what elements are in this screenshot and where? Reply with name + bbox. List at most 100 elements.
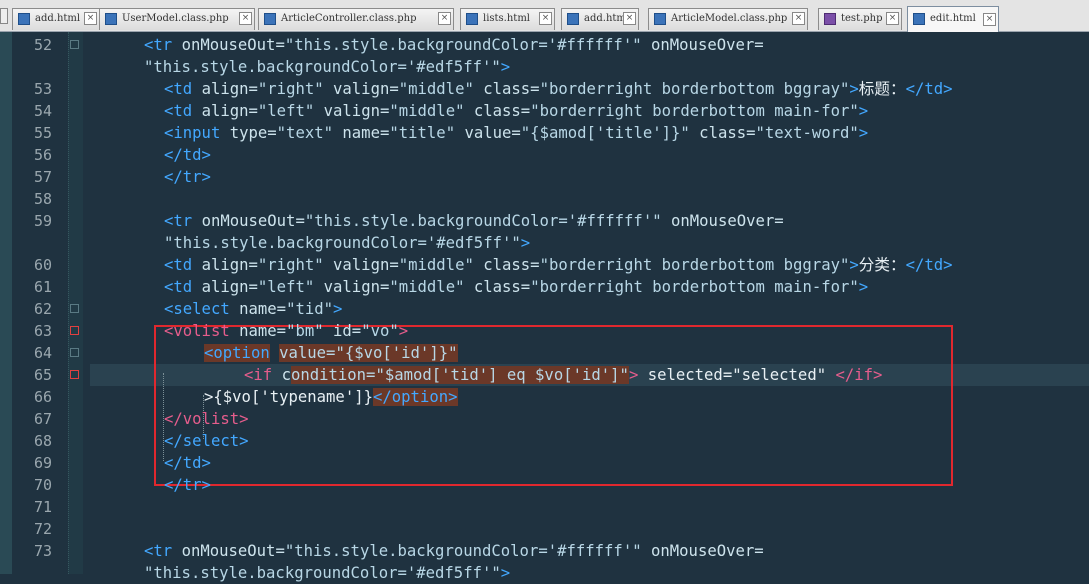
tab-label: lists.html: [483, 13, 530, 24]
close-tab-icon[interactable]: ×: [983, 13, 996, 26]
code-token: <option: [204, 344, 270, 362]
line-number-gutter: 52 53 54 55 56 57 58 59 60 61 62 63 64 65 66 67 68 69 70 71…: [0, 32, 90, 574]
code-token: </td>: [164, 454, 211, 472]
tab-file[interactable]: test.php ×: [818, 8, 902, 30]
code-text: <td align="right" valign="middle" class=…: [164, 254, 953, 276]
code-token: <select: [164, 300, 240, 318]
code-text: "this.style.backgroundColor='#edf5ff'">: [164, 232, 530, 254]
tab-label: edit.html: [930, 13, 976, 24]
code-token: </option>: [373, 388, 458, 406]
close-tab-icon[interactable]: ×: [539, 12, 552, 25]
line-number: 69: [33, 454, 52, 472]
code-token: <input: [164, 124, 230, 142]
code-token: value="{$vo['id']}": [279, 344, 458, 362]
code-token: name=: [239, 322, 287, 340]
code-token: "this.style.backgroundColor='#ffffff'": [304, 212, 662, 230]
tab-file[interactable]: ArticleModel.class.php ×: [648, 8, 808, 30]
code-token: "borderright borderbottom main-for": [530, 278, 859, 296]
code-token: "this.style.backgroundColor='#edf5ff'": [144, 58, 501, 76]
code-token: <tr: [144, 542, 182, 560]
code-token: "right": [257, 80, 324, 98]
line-number: [14, 562, 52, 584]
fold-marker-icon[interactable]: [70, 304, 79, 313]
code-token: class=: [473, 256, 540, 274]
blue-file-icon: [466, 13, 478, 25]
line-number: 58: [33, 190, 52, 208]
code-token: 分类：: [858, 256, 906, 274]
code-token: align=: [201, 80, 258, 98]
blue-file-icon: [264, 13, 276, 25]
line-number: 71: [33, 498, 52, 516]
close-tab-icon[interactable]: ×: [239, 12, 252, 25]
tab-file[interactable]: UserModel.class.php ×: [99, 8, 255, 30]
code-token: type=: [229, 124, 277, 142]
fold-marker-icon[interactable]: [70, 348, 79, 357]
close-tab-icon[interactable]: ×: [792, 12, 805, 25]
code-token: "this.style.backgroundColor='#edf5ff'": [164, 234, 521, 252]
line-number: 61: [33, 278, 52, 296]
code-text: </volist>: [164, 408, 249, 430]
code-token: name=: [333, 124, 390, 142]
code-token: "text-word": [755, 124, 859, 142]
close-tab-icon[interactable]: ×: [623, 12, 636, 25]
tab-scroll-left-icon[interactable]: [0, 8, 8, 24]
code-text: <tr onMouseOut="this.style.backgroundCol…: [144, 540, 764, 562]
code-token: class=: [464, 278, 531, 296]
tab-file[interactable]: add.html ×: [561, 8, 639, 30]
line-number: 63: [33, 322, 52, 340]
code-token: >: [858, 102, 869, 120]
tab-file[interactable]: add.html ×: [12, 8, 100, 30]
close-tab-icon[interactable]: ×: [84, 12, 97, 25]
code-text: <td align="left" valign="middle" class="…: [164, 100, 868, 122]
code-text: "this.style.backgroundColor='#edf5ff'">: [144, 562, 510, 584]
fold-marker-icon[interactable]: [70, 370, 79, 379]
close-tab-icon[interactable]: ×: [886, 12, 899, 25]
code-token: "vo": [361, 322, 399, 340]
code-token: id=: [323, 322, 362, 340]
tab-label: UserModel.class.php: [122, 13, 229, 24]
code-token: name=: [239, 300, 287, 318]
code-token: "right": [257, 256, 324, 274]
code-token: "text": [276, 124, 334, 142]
code-token: 标题：: [858, 80, 906, 98]
line-number: 67: [33, 410, 52, 428]
code-token: </if>: [835, 366, 883, 384]
editor-tab-bar: add.html × UserModel.class.php × ArticleCont…: [0, 0, 1089, 32]
code-token: "left": [257, 278, 315, 296]
tab-file[interactable]: ArticleController.class.php ×: [258, 8, 454, 30]
code-token: >: [849, 80, 859, 98]
code-text: </td>: [164, 452, 211, 474]
fold-marker-icon[interactable]: [70, 40, 79, 49]
code-token: "borderright borderbottom main-for": [530, 102, 859, 120]
line-number: 53: [33, 80, 52, 98]
code-text: <tr onMouseOut="this.style.backgroundCol…: [144, 34, 764, 56]
line-number: 65: [33, 366, 52, 384]
code-token: <if: [244, 366, 282, 384]
tab-file[interactable]: edit.html ×: [907, 6, 999, 32]
code-token: <tr: [164, 212, 202, 230]
code-token: "this.style.backgroundColor='#ffffff'": [284, 36, 642, 54]
close-tab-icon[interactable]: ×: [438, 12, 451, 25]
tab-label: ArticleModel.class.php: [671, 13, 788, 24]
line-number: 56: [33, 146, 52, 164]
code-token: class=: [473, 80, 540, 98]
code-token: "middle": [398, 80, 474, 98]
code-token: >{$vo['typename']}: [204, 388, 373, 406]
line-number: 60: [33, 256, 52, 274]
line-number: 72: [33, 520, 52, 538]
blue-file-icon: [105, 13, 117, 25]
code-token: ondition="$amod['tid'] eq $vo['id']": [290, 366, 629, 384]
code-token: </tr>: [164, 476, 211, 494]
code-token: >: [500, 564, 511, 582]
tab-file[interactable]: lists.html ×: [460, 8, 555, 30]
code-token: >: [858, 124, 869, 142]
code-editor[interactable]: 52 53 54 55 56 57 58 59 60 61 62 63 64 65 66 67 68 69 70 71…: [0, 32, 1089, 582]
fold-marker-icon[interactable]: [70, 326, 79, 335]
code-token: "middle": [398, 256, 474, 274]
code-token: c: [281, 366, 291, 384]
code-text: </td>: [164, 144, 211, 166]
